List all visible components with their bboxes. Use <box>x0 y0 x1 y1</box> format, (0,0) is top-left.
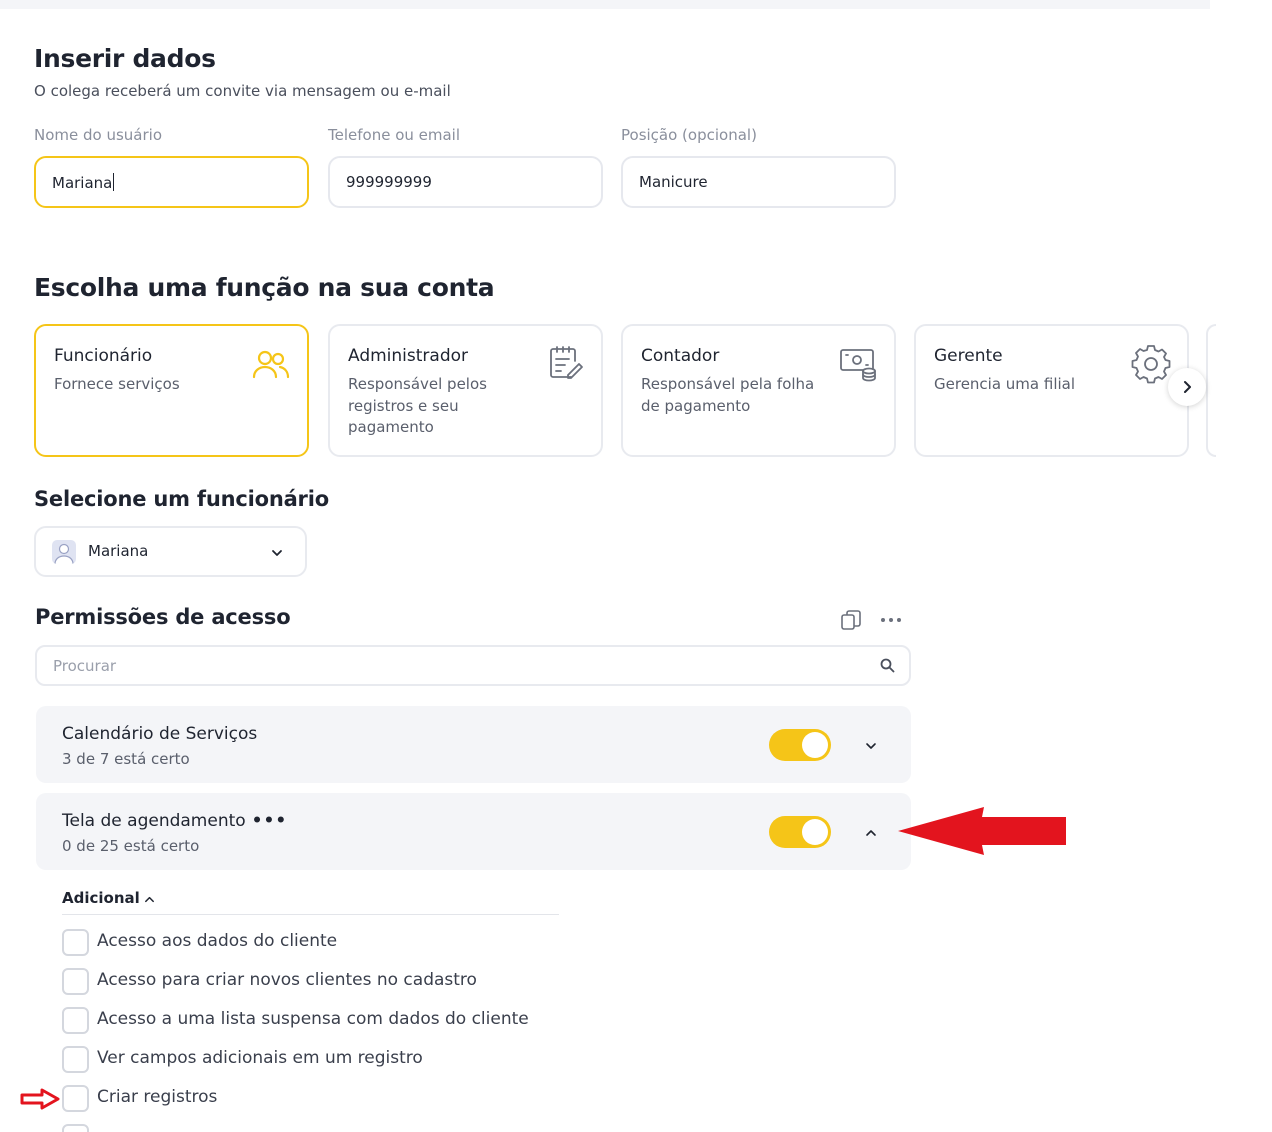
role-description: Responsável pela folha de pagamento <box>641 375 815 415</box>
clipboard-edit-icon <box>550 346 583 379</box>
top-strip <box>0 0 1210 9</box>
money-coins-icon <box>840 349 876 382</box>
position-label: Posição (opcional) <box>621 126 757 144</box>
chevron-up-icon[interactable] <box>864 826 878 840</box>
employee-selected-value: Mariana <box>88 542 149 560</box>
copy-icon[interactable] <box>840 609 862 631</box>
employee-title: Selecione um funcionário <box>34 487 329 511</box>
text-cursor <box>113 173 115 191</box>
permission-label: Acesso aos dados do cliente <box>97 931 338 951</box>
section-count: 3 de 7 está certo <box>62 750 190 768</box>
roles-title: Escolha uma função na sua conta <box>34 273 495 302</box>
avatar <box>52 540 76 564</box>
search-placeholder: Procurar <box>53 657 117 675</box>
divider <box>62 914 559 915</box>
role-card-gerente[interactable]: Gerente Gerencia uma filial <box>914 324 1189 457</box>
position-value: Manicure <box>639 173 708 191</box>
permissions-title: Permissões de acesso <box>35 605 291 629</box>
additional-label[interactable]: Adicional <box>62 889 140 907</box>
section-toggle[interactable] <box>769 816 831 848</box>
form-subtitle: O colega receberá um convite via mensage… <box>34 82 451 100</box>
role-description: Gerencia uma filial <box>934 375 1076 393</box>
role-description: Fornece serviços <box>54 375 180 393</box>
search-icon <box>880 658 895 673</box>
gear-icon <box>1131 345 1171 384</box>
role-title: Gerente <box>934 346 1003 366</box>
section-title: Calendário de Serviços <box>62 724 258 744</box>
role-description: Responsável pelos registros e seu pagame… <box>348 375 487 436</box>
section-more-icon[interactable]: ••• <box>252 811 288 831</box>
permissions-search-input[interactable]: Procurar <box>35 645 911 686</box>
username-value: Mariana <box>52 174 113 192</box>
role-card-administrador[interactable]: Administrador Responsável pelos registro… <box>328 324 603 457</box>
chevron-down-icon[interactable] <box>864 739 878 753</box>
chevron-up-icon[interactable] <box>143 893 156 906</box>
section-toggle[interactable] <box>769 729 831 761</box>
more-options-icon[interactable] <box>880 617 902 623</box>
permission-label: Ver campos adicionais em um registro <box>97 1048 423 1068</box>
permission-label: Acesso para criar novos clientes no cada… <box>97 970 477 990</box>
section-count: 0 de 25 está certo <box>62 837 200 855</box>
users-icon <box>252 350 290 379</box>
role-card-contador[interactable]: Contador Responsável pela folha de pagam… <box>621 324 896 457</box>
section-title: Tela de agendamento <box>62 811 246 831</box>
chevron-right-icon <box>1184 381 1191 393</box>
toggle-knob <box>802 732 828 758</box>
permission-section-calendario[interactable]: Calendário de Serviços 3 de 7 está certo <box>36 706 911 783</box>
annotation-arrow-icon <box>898 807 1066 855</box>
permission-checkbox[interactable] <box>62 929 89 956</box>
permission-checkbox[interactable] <box>62 1124 89 1132</box>
chevron-down-icon <box>272 550 282 556</box>
username-input[interactable]: Mariana <box>34 156 309 208</box>
permission-checkbox[interactable] <box>62 968 89 995</box>
permission-checkbox[interactable] <box>62 1046 89 1073</box>
username-label: Nome do usuário <box>34 126 163 144</box>
toggle-knob <box>802 819 828 845</box>
permission-label: Acesso a uma lista suspensa com dados do… <box>97 1009 529 1029</box>
permission-section-agendamento[interactable]: Tela de agendamento ••• 0 de 25 está cert… <box>36 793 911 870</box>
employee-select[interactable]: Mariana <box>34 526 307 577</box>
permission-checkbox[interactable] <box>62 1007 89 1034</box>
phone-email-input[interactable]: 999999999 <box>328 156 603 208</box>
position-input[interactable]: Manicure <box>621 156 896 208</box>
form-title: Inserir dados <box>34 44 216 73</box>
roles-next-button[interactable] <box>1168 368 1206 406</box>
role-title: Funcionário <box>54 346 153 366</box>
permission-label: Criar registros <box>97 1087 218 1107</box>
right-margin <box>1210 0 1272 1132</box>
annotation-arrow-icon <box>20 1088 60 1110</box>
role-title: Administrador <box>348 346 469 366</box>
permission-checkbox[interactable] <box>62 1085 89 1112</box>
phone-email-value: 999999999 <box>346 173 432 191</box>
role-title: Contador <box>641 346 720 366</box>
role-card-partial <box>1206 324 1216 457</box>
role-card-funcionario[interactable]: Funcionário Fornece serviços <box>34 324 309 457</box>
phone-email-label: Telefone ou email <box>328 126 461 144</box>
